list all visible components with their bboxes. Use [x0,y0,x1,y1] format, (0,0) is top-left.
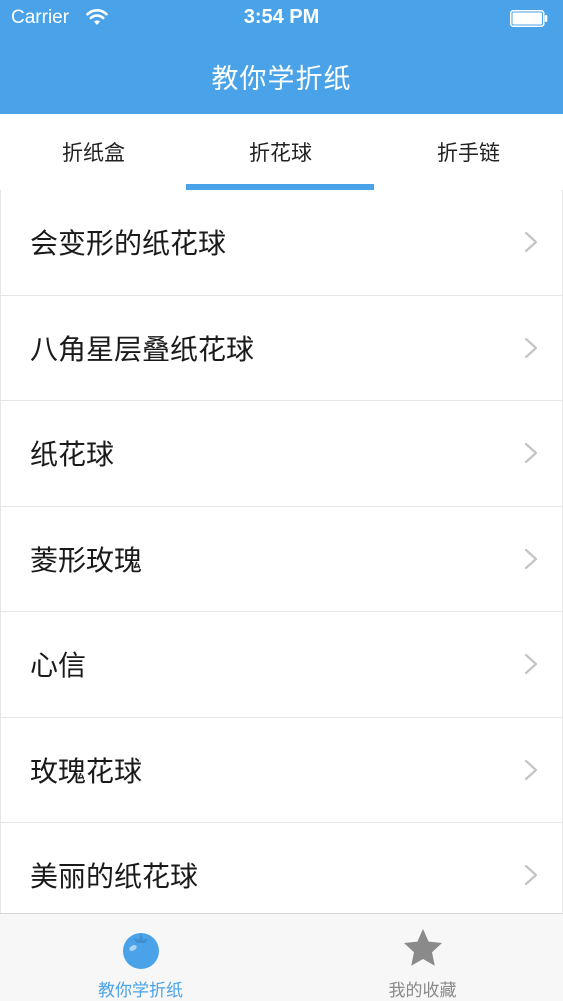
list-item[interactable]: 纸花球 [0,401,563,507]
status-time: 3:54 PM [243,6,320,28]
tab-bracelets[interactable]: 折手链 [374,114,563,190]
tab-flower-balls[interactable]: 折花球 [187,114,374,190]
tomato-icon [122,933,159,969]
tab-label: 折纸盒 [62,141,125,165]
tabbar-label: 我的收藏 [388,981,457,1001]
bottom-tab-bar: 教你学折纸 我的收藏 [0,913,563,1001]
list-item[interactable]: 心信 [0,612,563,718]
chevron-right-icon [524,759,538,780]
tabbar-item-tutorials[interactable]: 教你学折纸 [0,914,281,1001]
list-item-label: 心信 [30,649,87,683]
chevron-right-icon [524,654,538,675]
chevron-right-icon [524,548,538,569]
nav-title: 教你学折纸 [211,64,352,95]
tab-label: 折花球 [249,141,312,165]
battery-icon [510,10,548,27]
list-item-label: 会变形的纸花球 [30,227,227,261]
list-item-label: 菱形玫瑰 [30,543,143,577]
tutorial-list: 会变形的纸花球 八角星层叠纸花球 纸花球 菱形玫瑰 心信 玫瑰花球 美丽的纸花球 [0,190,563,929]
category-tabs: 折纸盒 折花球 折手链 [0,114,563,191]
list-item-label: 纸花球 [30,438,115,472]
list-item-label: 玫瑰花球 [30,754,143,788]
chevron-right-icon [524,865,538,886]
list-item[interactable]: 玫瑰花球 [0,717,563,823]
chevron-right-icon [524,232,538,253]
chevron-right-icon [524,337,538,358]
list-item[interactable]: 菱形玫瑰 [0,506,563,612]
tab-boxes[interactable]: 折纸盒 [0,114,187,190]
tab-label: 折手链 [437,141,500,165]
header: Carrier 3:54 PM 教你学折纸 [0,0,563,114]
chevron-right-icon [524,443,538,464]
status-bar: Carrier 3:54 PM [0,0,563,38]
list-item-label: 美丽的纸花球 [30,860,199,894]
list-item-label: 八角星层叠纸花球 [30,332,255,366]
star-icon [403,929,442,966]
tabbar-label: 教你学折纸 [98,981,183,1001]
list-item[interactable]: 会变形的纸花球 [0,190,563,296]
tabbar-item-favorites[interactable]: 我的收藏 [282,914,563,1001]
list-item[interactable]: 八角星层叠纸花球 [0,295,563,401]
